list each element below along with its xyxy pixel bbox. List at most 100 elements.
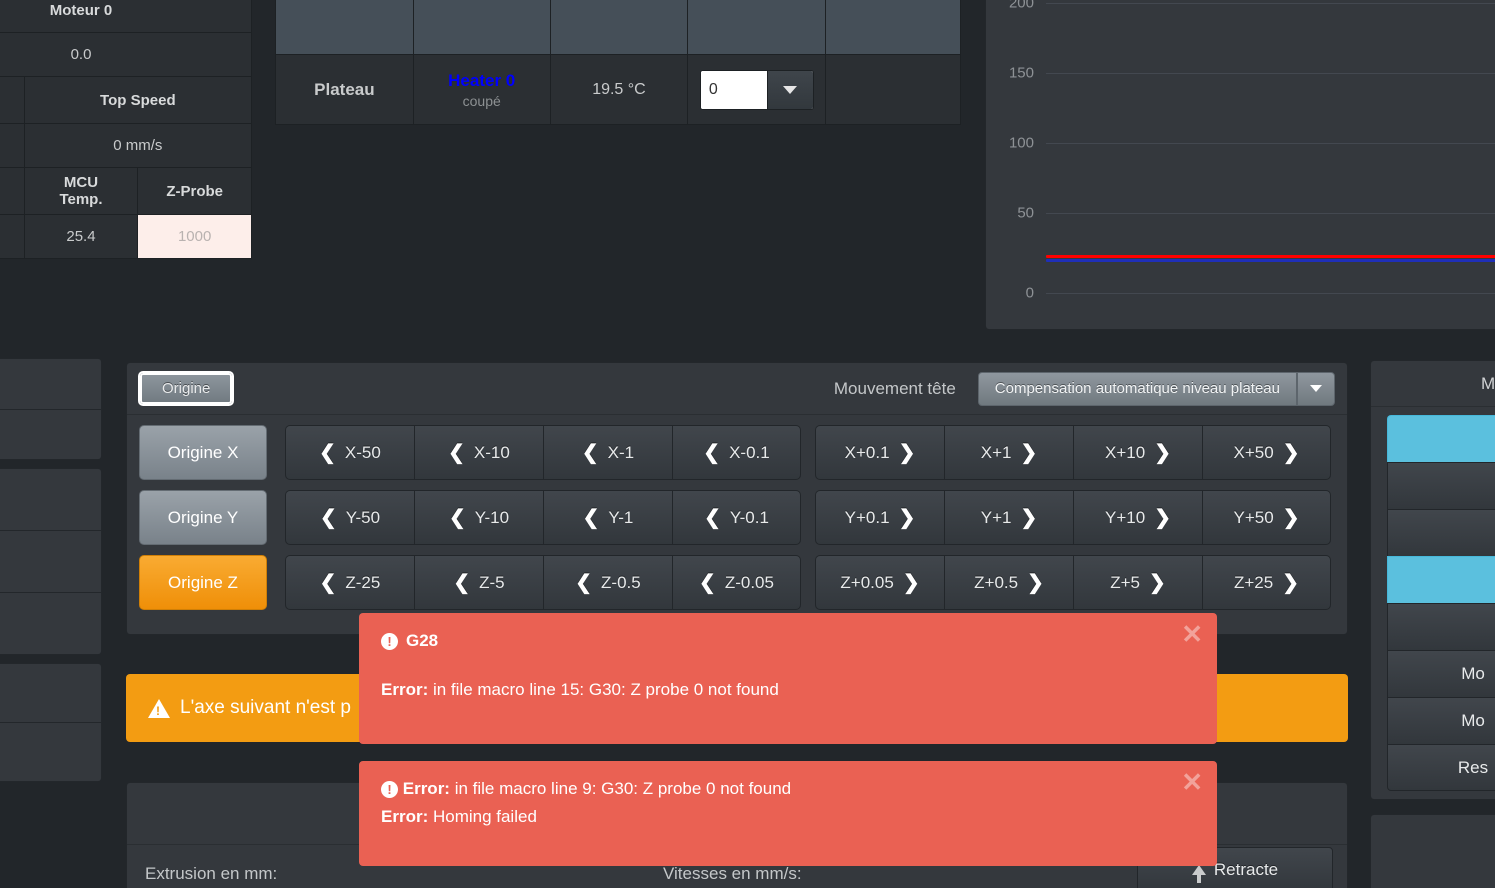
heater-extra-cell — [825, 54, 961, 125]
button-label: Z-25 — [345, 572, 381, 592]
move-z-plus-0-5[interactable]: Z+0.5 ❯ — [944, 555, 1073, 610]
close-icon[interactable]: ✕ — [1181, 621, 1203, 647]
retract-label: Retracte — [1213, 860, 1279, 879]
tab-origine[interactable]: Origine — [137, 371, 235, 406]
mcu-temp-value: 25.4 — [23, 214, 139, 259]
home-x-button[interactable]: Origine X — [139, 425, 267, 480]
move-y-plus-0-1[interactable]: Y+0.1 ❯ — [815, 490, 944, 545]
move-z-minus-5[interactable]: ❮ Z-5 — [414, 555, 543, 610]
heater-state: coupé — [462, 92, 501, 109]
list-item[interactable] — [1387, 462, 1495, 509]
button-label: Y+1 — [980, 507, 1012, 527]
move-y-minus-1[interactable]: ❮ Y-1 — [543, 490, 672, 545]
heater-target-input[interactable] — [700, 70, 767, 109]
toast-line-1: ! Error: in file macro line 9: G30: Z pr… — [381, 779, 1195, 799]
left-side-panel — [0, 358, 102, 790]
zprobe-header: Z-Probe — [137, 167, 252, 215]
head-movement-panel: Origine Mouvement tête Compensation auto… — [126, 362, 1348, 635]
move-x-minus-10[interactable]: ❮ X-10 — [414, 425, 543, 480]
toast-title: ! G28 — [381, 631, 1195, 651]
home-y-button[interactable]: Origine Y — [139, 490, 267, 545]
chevron-left-icon: ❮ — [319, 441, 336, 464]
heater-status-table: Plateau Heater 0 coupé 19.5 °C — [275, 0, 961, 125]
chevron-right-icon: ❯ — [1149, 571, 1166, 594]
y-positive-group: Y+0.1 ❯ Y+1 ❯ Y+10 ❯ Y+50 ❯ — [815, 490, 1331, 545]
button-label: Y-1 — [608, 507, 634, 527]
gridline-100 — [1046, 143, 1495, 144]
list-item[interactable]: Mo — [1387, 650, 1495, 697]
button-label: X+1 — [980, 442, 1012, 462]
move-y-minus-10[interactable]: ❮ Y-10 — [414, 490, 543, 545]
heater-target-inputgroup[interactable] — [699, 69, 814, 110]
list-item[interactable] — [1387, 509, 1495, 556]
chevron-right-icon: ❯ — [1282, 506, 1300, 529]
left-panel-box-2 — [0, 468, 102, 655]
list-item[interactable]: Mo — [1387, 697, 1495, 744]
toast-line-2: Error: Homing failed — [381, 807, 1195, 827]
list-item[interactable]: Res — [1387, 744, 1495, 791]
move-y-plus-10[interactable]: Y+10 ❯ — [1073, 490, 1202, 545]
right-panel-header: M — [1371, 361, 1495, 407]
exclamation-icon: ! — [381, 632, 398, 650]
chevron-right-icon: ❯ — [1027, 571, 1044, 594]
error-toast-g28: ✕ ! G28 Error: in file macro line 15: G3… — [359, 613, 1217, 744]
table-row: Moteur 0 — [0, 0, 252, 33]
list-item[interactable] — [1387, 603, 1495, 650]
button-label: Z+5 — [1110, 572, 1140, 592]
move-y-minus-50[interactable]: ❮ Y-50 — [285, 490, 414, 545]
move-z-plus-5[interactable]: Z+5 ❯ — [1073, 555, 1202, 610]
close-icon[interactable]: ✕ — [1181, 769, 1203, 795]
ytick-label-200: 200 — [1008, 0, 1034, 12]
move-z-minus-25[interactable]: ❮ Z-25 — [285, 555, 414, 610]
move-z-plus-25[interactable]: Z+25 ❯ — [1202, 555, 1331, 610]
button-label: Y+10 — [1105, 507, 1146, 527]
mcu-temp-header: MCU Temp. — [23, 167, 139, 215]
button-label: X+10 — [1105, 442, 1146, 462]
left-panel-row — [0, 593, 101, 654]
heater-link[interactable]: Heater 0 — [424, 71, 540, 91]
toast-line1-rest: in file macro line 9: G30: Z probe 0 not… — [449, 779, 792, 798]
button-label: Y-10 — [474, 507, 510, 527]
move-x-plus-10[interactable]: X+10 ❯ — [1073, 425, 1202, 480]
move-x-minus-1[interactable]: ❮ X-1 — [543, 425, 672, 480]
table-row: V 25.4 1000 — [0, 214, 252, 259]
axis-row-z: Origine Z ❮ Z-25 ❮ Z-5 ❮ Z-0.5 ❮ Z-0.05 Z+0.… — [139, 555, 1335, 610]
arrow-up-icon — [1191, 865, 1206, 883]
chevron-left-icon: ❮ — [319, 571, 337, 594]
table-row: mm/s 0 mm/s — [0, 123, 253, 168]
move-x-plus-50[interactable]: X+50 ❯ — [1202, 425, 1331, 480]
move-x-plus-1[interactable]: X+1 ❯ — [944, 425, 1073, 480]
toast-body-bold: Error: — [381, 680, 429, 699]
z-negative-group: ❮ Z-25 ❮ Z-5 ❮ Z-0.5 ❮ Z-0.05 — [285, 555, 801, 610]
motor-status-table: Moteur 0 0.0 uestedpeed Top Speed mm/s 0… — [0, 0, 253, 259]
gridline-50 — [1046, 213, 1495, 214]
warning-triangle-icon — [148, 698, 170, 718]
move-z-minus-0-5[interactable]: ❮ Z-0.5 — [543, 555, 672, 610]
macros-box: M Mo Mo Res — [1370, 360, 1495, 800]
heater-link-cell: Heater 0 coupé — [412, 54, 551, 125]
x-positive-group: X+0.1 ❯ X+1 ❯ X+10 ❯ X+50 ❯ — [815, 425, 1331, 480]
move-y-plus-50[interactable]: Y+50 ❯ — [1202, 490, 1331, 545]
home-z-button[interactable]: Origine Z — [139, 555, 267, 610]
extrusion-amount-label: Extrusion en mm: — [145, 864, 278, 883]
move-y-plus-1[interactable]: Y+1 ❯ — [944, 490, 1073, 545]
chevron-right-icon: ❯ — [1020, 441, 1038, 464]
heater-target-dropdown-button[interactable] — [766, 70, 813, 109]
chevron-left-icon: ❮ — [581, 441, 599, 464]
right-panel-box-2 — [1370, 814, 1495, 888]
move-y-minus-0-1[interactable]: ❮ Y-0.1 — [672, 490, 801, 545]
move-z-plus-0-05[interactable]: Z+0.05 ❯ — [815, 555, 944, 610]
chevron-down-icon — [1310, 385, 1322, 392]
move-x-minus-50[interactable]: ❮ X-50 — [285, 425, 414, 480]
move-z-minus-0-05[interactable]: ❮ Z-0.05 — [672, 555, 801, 610]
right-panel-list: Mo Mo Res — [1371, 407, 1495, 799]
move-x-minus-0-1[interactable]: ❮ X-0.1 — [672, 425, 801, 480]
list-item[interactable] — [1387, 415, 1495, 462]
chevron-left-icon: ❮ — [319, 506, 337, 529]
bed-compensation-button[interactable]: Compensation automatique niveau plateau — [977, 371, 1297, 406]
bed-compensation-dropdown-toggle[interactable] — [1297, 371, 1335, 406]
move-x-plus-0-1[interactable]: X+0.1 ❯ — [815, 425, 944, 480]
list-item[interactable] — [1387, 556, 1495, 603]
bed-compensation-split-button[interactable]: Compensation automatique niveau plateau — [977, 371, 1335, 406]
toast-line2-rest: Homing failed — [428, 807, 537, 826]
